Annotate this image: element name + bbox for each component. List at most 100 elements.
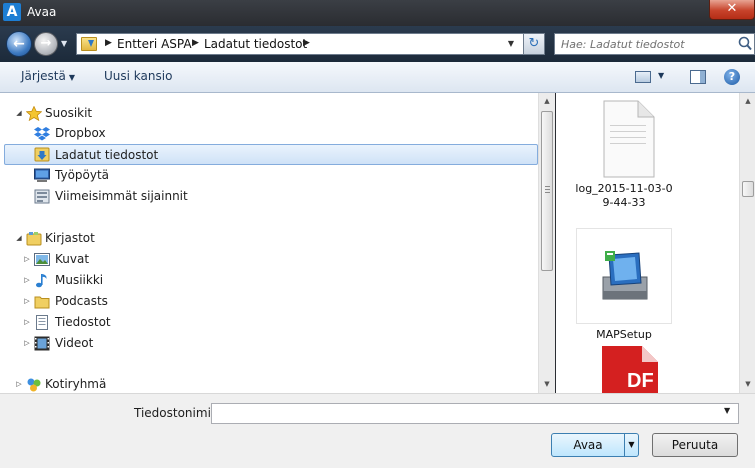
breadcrumb-separator-icon[interactable]: ▶ [192,38,199,48]
nav-libraries[interactable]: ◢ Kirjastot [4,228,538,249]
nav-libraries-label: Kirjastot [45,231,95,245]
pictures-icon [34,253,50,266]
change-view-icon[interactable] [635,71,651,83]
scroll-thumb[interactable] [742,181,754,197]
open-button[interactable]: Avaa ▼ [551,433,639,457]
file-list: log_2015-11-03-09-44-33 MAPSetup DF ▲ ▼ [556,93,755,393]
videos-icon [34,336,50,351]
back-button[interactable]: ← [6,31,32,57]
help-icon[interactable]: ? [724,69,740,85]
nav-item-dropbox[interactable]: Dropbox [4,123,538,144]
new-folder-button[interactable]: Uusi kansio [104,69,172,83]
nav-homegroup-label: Kotiryhmä [45,377,107,391]
window-title: Avaa [27,5,57,19]
nav-item-label: Dropbox [55,126,106,140]
nav-item-label: Ladatut tiedostot [55,148,159,162]
star-icon [26,106,42,121]
scroll-down-icon[interactable]: ▼ [740,376,755,392]
nav-item-desktop[interactable]: Työpöytä [4,165,538,186]
scroll-down-icon[interactable]: ▼ [539,376,555,392]
file-thumbnail [576,228,672,324]
installer-icon [602,251,648,300]
file-item[interactable]: MAPSetup [575,228,673,342]
navigation-pane: ◢ Suosikit Dropbox Ladatut tiedostot Työ… [0,93,555,393]
desktop-icon [34,168,50,182]
file-name: MAPSetup [596,328,652,341]
filename-label: Tiedostonimi: [134,406,215,420]
refresh-button[interactable]: ↻ [523,33,545,55]
nav-favorites-label: Suosikit [45,106,93,120]
expander-icon[interactable]: ◢ [14,228,24,249]
expander-icon[interactable]: ◢ [14,103,24,124]
nav-item-podcasts[interactable]: ▷ Podcasts [4,291,538,312]
file-name: log_2015-11-03-09-44-33 [575,182,673,209]
nav-item-label: Musiikki [55,273,104,287]
address-bar[interactable]: ▶ Entteri ASPA ▶ Ladatut tiedostot ▶ ▼ [76,33,545,55]
title-bar[interactable]: A Avaa ✕ [0,0,755,26]
command-bar: Järjestä ▼ Uusi kansio ▼ ? [0,62,755,93]
breadcrumb-separator-icon[interactable]: ▶ [105,38,112,48]
nav-item-music[interactable]: ▷ Musiikki [4,270,538,291]
preview-pane-icon[interactable] [690,70,706,84]
expander-icon[interactable]: ▷ [22,270,32,291]
cancel-button[interactable]: Peruuta [652,433,738,457]
chevron-down-icon: ▼ [68,73,76,82]
nav-homegroup[interactable]: ▷ Kotiryhmä [4,374,538,395]
grip-line [545,186,550,187]
documents-icon [36,315,48,330]
scroll-thumb[interactable] [541,111,553,271]
breadcrumb-item[interactable]: Ladatut tiedostot [204,37,307,51]
expander-icon[interactable]: ▷ [22,333,32,354]
grip-line [545,192,550,193]
close-button[interactable]: ✕ [709,0,755,20]
music-icon [36,274,47,288]
nav-item-videos[interactable]: ▷ Videot [4,333,538,354]
dropbox-icon [34,127,50,141]
file-item[interactable]: log_2015-11-03-09-44-33 [575,99,673,210]
nav-item-label: Videot [55,336,94,350]
nav-item-label: Kuvat [55,252,90,266]
address-row: ← → ▼ ▶ Entteri ASPA ▶ Ladatut tiedostot… [0,26,755,62]
file-list-scrollbar[interactable]: ▲ ▼ [739,93,755,393]
nav-item-label: Viimeisimmät sijainnit [55,189,188,203]
text-file-icon [603,100,655,178]
nav-item-label: Työpöytä [55,168,110,182]
folder-icon [34,296,50,309]
search-icon[interactable] [737,35,753,53]
open-file-dialog: A Avaa ✕ ← → ▼ ▶ Entteri ASPA ▶ Ladatut … [0,0,755,468]
nav-favorites[interactable]: ◢ Suosikit [4,103,538,124]
nav-item-downloads[interactable]: Ladatut tiedostot [4,144,538,165]
expander-icon[interactable]: ▷ [14,374,24,395]
grip-line [545,189,550,190]
file-item[interactable]: DF [575,344,673,393]
organize-menu[interactable]: Järjestä ▼ [21,69,75,83]
dialog-footer: Tiedostonimi: ▼ Avaa ▼ Peruuta [0,393,755,468]
expander-icon[interactable]: ▷ [22,291,32,312]
nav-item-label: Podcasts [55,294,108,308]
filename-input[interactable] [211,403,739,424]
search-box[interactable] [554,33,755,55]
view-options-chevron-icon[interactable]: ▼ [658,71,664,80]
expander-icon[interactable]: ▷ [22,312,32,333]
forward-button[interactable]: → [34,32,58,56]
scroll-up-icon[interactable]: ▲ [539,93,555,109]
recent-places-icon [34,189,50,204]
scroll-up-icon[interactable]: ▲ [740,93,755,109]
app-icon: A [3,3,21,21]
breadcrumb-item[interactable]: Entteri ASPA [117,37,192,51]
pdf-label: DF [627,370,654,392]
breadcrumb-separator-icon[interactable]: ▶ [303,38,310,48]
nav-item-pictures[interactable]: ▷ Kuvat [4,249,538,270]
nav-item-documents[interactable]: ▷ Tiedostot [4,312,538,333]
nav-item-recent-places[interactable]: Viimeisimmät sijainnit [4,186,538,207]
open-button-label: Avaa [573,438,603,452]
filename-dropdown-icon[interactable]: ▼ [724,406,730,415]
history-dropdown-icon[interactable]: ▼ [61,38,71,50]
open-options-chevron-icon[interactable]: ▼ [624,434,638,456]
expander-icon[interactable]: ▷ [22,249,32,270]
address-dropdown-icon[interactable]: ▼ [502,34,520,54]
navigation-scrollbar[interactable]: ▲ ▼ [538,93,555,393]
nav-item-label: Tiedostot [55,315,111,329]
organize-label: Järjestä [21,69,66,83]
search-input[interactable] [555,34,735,54]
